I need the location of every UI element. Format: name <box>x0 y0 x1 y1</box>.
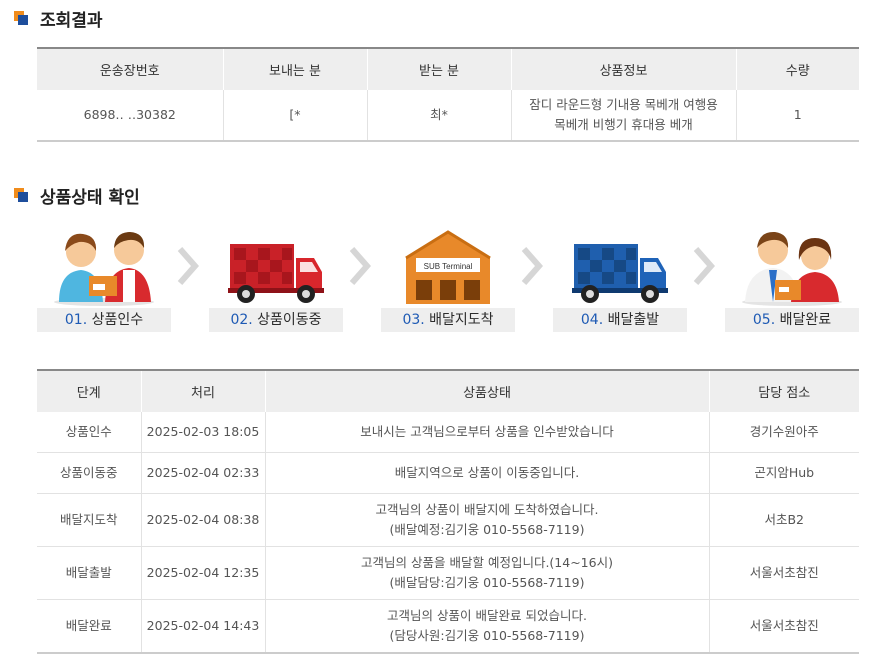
time-cell: 2025-02-04 08:38 <box>140 493 265 547</box>
status-line1: 고객님의 상품을 배달할 예정입니다.(14~16시) <box>361 555 613 570</box>
result-table: 운송장번호 보내는 분 받는 분 상품정보 수량 6898‥ ‥30382 [*… <box>37 47 859 142</box>
stage-cell: 배달출발 <box>37 546 141 600</box>
receiver-name: 최* <box>366 90 511 142</box>
header-tracking-no: 운송장번호 <box>37 48 223 90</box>
table-row: 6898‥ ‥30382 [* 최* 잠디 라운드형 기내용 목베개 여행용 목… <box>37 90 859 142</box>
office-cell: 경기수원아주 <box>708 412 859 453</box>
stage-cell: 상품이동중 <box>37 452 141 494</box>
tracking-number: 6898‥ ‥30382 <box>37 90 223 142</box>
status-line1: 고객님의 상품이 배달완료 되었습니다. <box>387 608 587 623</box>
delivery-steps: 01. 상품인수 02. 상품이동중 SUB Terminal 03. 배달지도… <box>37 222 859 332</box>
result-section-title: 조회결과 <box>14 6 103 31</box>
header-status: 상품상태 <box>264 370 709 412</box>
terminal-sign-text: SUB Terminal <box>424 262 473 271</box>
product-info-line2: 목베개 비행기 휴대용 베개 <box>554 117 693 132</box>
chevron-right-icon <box>693 247 716 285</box>
time-cell: 2025-02-04 12:35 <box>140 546 265 600</box>
status-section-title: 상품상태 확인 <box>14 183 140 208</box>
product-info: 잠디 라운드형 기내용 목베개 여행용 목베개 비행기 휴대용 베개 <box>510 90 736 142</box>
handover-people-icon <box>37 222 171 306</box>
table-row: 상품이동중 2025-02-04 02:33 배달지역으로 상품이 이동중입니다… <box>37 452 859 494</box>
result-title: 조회결과 <box>40 11 103 31</box>
step-label: 01. 상품인수 <box>37 308 171 332</box>
status-cell: 고객님의 상품이 배달지에 도착하였습니다. (배달예정:김기웅 010-556… <box>264 493 709 547</box>
status-table-header: 단계 처리 상품상태 담당 점소 <box>37 370 859 412</box>
status-table: 단계 처리 상품상태 담당 점소 상품인수 2025-02-03 18:05 보… <box>37 369 859 654</box>
header-stage: 단계 <box>37 370 141 412</box>
blue-truck-icon <box>553 222 687 306</box>
status-line2: (배달예정:김기웅 010-5568-7119) <box>389 522 585 537</box>
header-processed: 처리 <box>140 370 265 412</box>
status-line2: (담당사원:김기웅 010-5568-7119) <box>389 628 585 643</box>
delivered-people-icon <box>725 222 859 306</box>
sender-name: [* <box>222 90 367 142</box>
step-label: 05. 배달완료 <box>725 308 859 332</box>
section-bullet-icon <box>14 10 30 27</box>
step-out-for-delivery: 04. 배달출발 <box>553 222 687 332</box>
step-delivered: 05. 배달완료 <box>725 222 859 332</box>
status-cell: 보내시는 고객님으로부터 상품을 인수받았습니다 <box>264 412 709 453</box>
table-row: 배달지도착 2025-02-04 08:38 고객님의 상품이 배달지에 도착하… <box>37 493 859 547</box>
status-line2: (배달담당:김기웅 010-5568-7119) <box>389 575 585 590</box>
step-in-transit: 02. 상품이동중 <box>209 222 343 332</box>
step-arrived: SUB Terminal 03. 배달지도착 <box>381 222 515 332</box>
office-cell: 서울서초참진 <box>708 546 859 600</box>
status-title: 상품상태 확인 <box>40 188 140 208</box>
section-bullet-icon <box>14 187 30 204</box>
stage-cell: 상품인수 <box>37 412 141 453</box>
header-sender: 보내는 분 <box>222 48 367 90</box>
office-cell: 곤지암Hub <box>708 452 859 494</box>
chevron-right-icon <box>349 247 372 285</box>
sub-terminal-warehouse-icon: SUB Terminal <box>381 222 515 306</box>
status-cell: 고객님의 상품을 배달할 예정입니다.(14~16시) (배달담당:김기웅 01… <box>264 546 709 600</box>
quantity: 1 <box>735 90 859 142</box>
table-row: 배달출발 2025-02-04 12:35 고객님의 상품을 배달할 예정입니다… <box>37 546 859 600</box>
step-pickup: 01. 상품인수 <box>37 222 171 332</box>
step-label: 04. 배달출발 <box>553 308 687 332</box>
chevron-right-icon <box>521 247 544 285</box>
chevron-right-icon <box>177 247 200 285</box>
step-label: 03. 배달지도착 <box>381 308 515 332</box>
header-product-info: 상품정보 <box>510 48 736 90</box>
table-row: 상품인수 2025-02-03 18:05 보내시는 고객님으로부터 상품을 인… <box>37 412 859 453</box>
stage-cell: 배달지도착 <box>37 493 141 547</box>
red-truck-icon <box>209 222 343 306</box>
header-quantity: 수량 <box>735 48 859 90</box>
result-table-header: 운송장번호 보내는 분 받는 분 상품정보 수량 <box>37 48 859 90</box>
status-cell: 배달지역으로 상품이 이동중입니다. <box>264 452 709 494</box>
time-cell: 2025-02-03 18:05 <box>140 412 265 453</box>
office-cell: 서초B2 <box>708 493 859 547</box>
header-office: 담당 점소 <box>708 370 859 412</box>
header-receiver: 받는 분 <box>366 48 511 90</box>
step-label: 02. 상품이동중 <box>209 308 343 332</box>
time-cell: 2025-02-04 02:33 <box>140 452 265 494</box>
status-line1: 고객님의 상품이 배달지에 도착하였습니다. <box>375 502 599 517</box>
product-info-line1: 잠디 라운드형 기내용 목베개 여행용 <box>529 97 718 112</box>
